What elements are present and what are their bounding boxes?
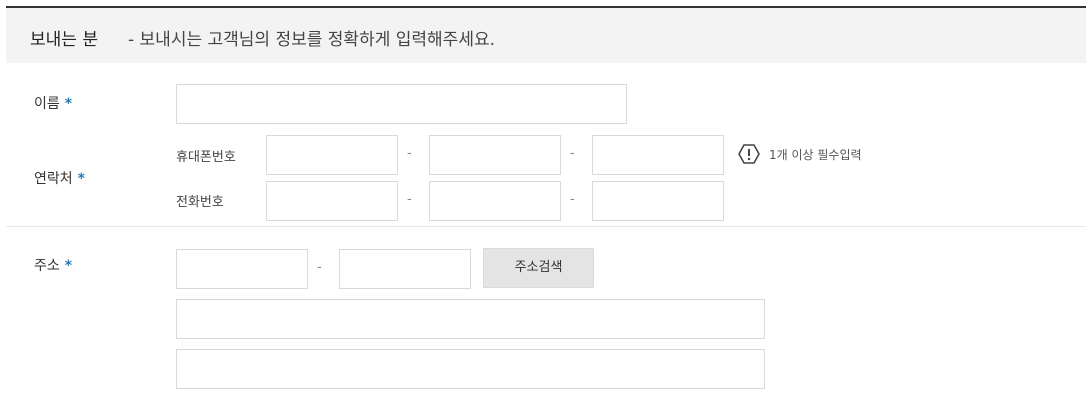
name-label-text: 이름 bbox=[34, 96, 60, 112]
separator: - bbox=[407, 192, 412, 207]
mobile-input-1[interactable] bbox=[266, 135, 398, 175]
phone-input-2[interactable] bbox=[429, 181, 561, 221]
address-label-text: 주소 bbox=[34, 258, 60, 274]
address-search-button[interactable]: 주소검색 bbox=[483, 248, 594, 288]
contact-label: 연락처 * bbox=[34, 168, 85, 188]
section-header: 보내는 분 - 보내시는 고객님의 정보를 정확하게 입력해주세요. bbox=[6, 6, 1086, 63]
section-description: - 보내시는 고객님의 정보를 정확하게 입력해주세요. bbox=[128, 30, 495, 50]
zipcode-input-2[interactable] bbox=[339, 249, 471, 289]
required-mark: * bbox=[77, 171, 85, 187]
separator: - bbox=[570, 146, 575, 161]
required-mark: * bbox=[64, 258, 73, 274]
required-mark: * bbox=[64, 96, 73, 112]
phone-label: 전화번호 bbox=[176, 195, 224, 210]
separator: - bbox=[407, 146, 412, 161]
separator: - bbox=[570, 192, 575, 207]
notice-text: 1개 이상 필수입력 bbox=[769, 147, 862, 162]
address-line2-input[interactable] bbox=[176, 349, 765, 389]
separator: - bbox=[317, 260, 322, 275]
section-title: 보내는 분 bbox=[30, 30, 98, 50]
mobile-label: 휴대폰번호 bbox=[176, 150, 236, 165]
exclamation-hexagon-icon bbox=[738, 144, 760, 164]
mobile-input-3[interactable] bbox=[592, 135, 724, 175]
phone-input-3[interactable] bbox=[592, 181, 724, 221]
address-label: 주소 * bbox=[34, 255, 72, 275]
zipcode-input-1[interactable] bbox=[176, 249, 308, 289]
name-input[interactable] bbox=[176, 84, 627, 124]
contact-label-text: 연락처 bbox=[34, 171, 73, 187]
sender-form: 보내는 분 - 보내시는 고객님의 정보를 정확하게 입력해주세요. 이름 * 연… bbox=[6, 0, 1086, 405]
required-notice: 1개 이상 필수입력 bbox=[738, 143, 862, 165]
mobile-input-2[interactable] bbox=[429, 135, 561, 175]
name-label: 이름 * bbox=[34, 93, 72, 113]
phone-input-1[interactable] bbox=[266, 181, 398, 221]
divider bbox=[6, 226, 1086, 227]
address-line1-input[interactable] bbox=[176, 299, 765, 339]
